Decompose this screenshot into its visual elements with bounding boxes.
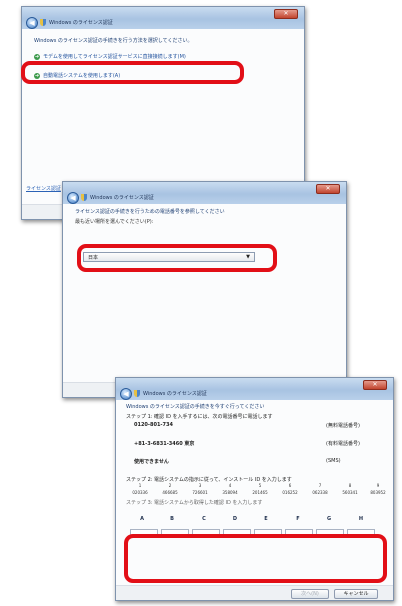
location-label: 最も近い場所を選んでください(P):	[75, 219, 154, 225]
instruction-text: Windows のライセンス認証の手続きを行う方法を選択してください。	[34, 38, 193, 44]
install-id-block: 020336	[132, 490, 148, 495]
id-column-header: E	[264, 516, 268, 522]
windows-shield-icon	[81, 194, 87, 201]
id-column-header: H	[358, 516, 364, 522]
window-title: Windows のライセンス認証	[143, 391, 207, 397]
windows-shield-icon	[134, 390, 140, 397]
highlight-modem-option	[21, 61, 244, 84]
install-id-block: 803952	[370, 490, 386, 495]
window-chrome: ✕ ◀ Windows のライセンス認証	[22, 7, 304, 29]
id-column-header: D	[232, 516, 238, 522]
install-id-block: 466685	[162, 490, 178, 495]
group-number: 7	[318, 483, 322, 488]
group-number: 3	[198, 483, 202, 488]
back-arrow-icon[interactable]: ◀	[120, 388, 132, 400]
cancel-button[interactable]: キャンセル	[334, 589, 378, 599]
group-number: 8	[348, 483, 352, 488]
dialog-content: ライセンス認証の手続きを行うための電話番号を参照してください 最も近い場所を選ん…	[63, 204, 346, 397]
step1-text: ステップ 1: 確認 ID を入手するには、次の電話番号に電話します	[126, 414, 273, 420]
green-arrow-icon: ➜	[34, 53, 40, 60]
id-column-header: C	[202, 516, 206, 522]
phone-note: (SMS)	[326, 458, 341, 464]
help-link[interactable]: ライセンス認証	[26, 185, 61, 192]
phone-note: (有料電話番号)	[326, 441, 360, 447]
install-id-block: 201465	[252, 490, 268, 495]
install-id-block: 062338	[312, 490, 328, 495]
group-number: 6	[288, 483, 292, 488]
step2-text: ステップ 2: 電話システムの指示に従って、インストール ID を入力します	[126, 477, 292, 483]
instruction-text: Windows のライセンス認証の手続きを今すぐ行ってください	[126, 404, 265, 410]
phone-number: 使用できません	[134, 459, 169, 465]
dialog-choose-location: ✕ ◀ Windows のライセンス認証 ライセンス認証の手続きを行うための電話…	[62, 181, 347, 398]
group-number: 5	[258, 483, 262, 488]
install-id-block: 560341	[342, 490, 358, 495]
option-modem[interactable]: ➜ モデムを使用してライセンス認証サービスに直接接続します(M)	[34, 53, 186, 60]
window-chrome: ✕ ◀ Windows のライセンス認証	[63, 182, 346, 204]
group-number: 9	[376, 483, 380, 488]
install-id-block: 358094	[222, 490, 238, 495]
highlight-confirmation-id-fields	[124, 534, 387, 583]
id-column-header: A	[140, 516, 144, 522]
install-id-block: 726601	[192, 490, 208, 495]
window-title: Windows のライセンス認証	[90, 195, 154, 201]
highlight-location-select	[77, 244, 277, 272]
instruction-text: ライセンス認証の手続きを行うための電話番号を参照してください	[75, 209, 225, 215]
id-column-header: F	[296, 516, 300, 522]
next-button[interactable]: 次へ(N)	[291, 589, 329, 599]
step3-text: ステップ 3: 電話システムから取得した確認 ID を入力します	[126, 500, 263, 506]
id-column-header: B	[170, 516, 174, 522]
group-number: 4	[228, 483, 232, 488]
windows-shield-icon	[40, 19, 46, 26]
id-column-header: G	[326, 516, 332, 522]
window-title: Windows のライセンス認証	[49, 20, 113, 26]
back-arrow-icon[interactable]: ◀	[26, 17, 38, 29]
window-chrome: ✕ ◀ Windows のライセンス認証	[116, 378, 393, 400]
install-id-block: 016252	[282, 490, 298, 495]
phone-note: (無料電話番号)	[326, 423, 360, 429]
group-number: 1	[138, 483, 142, 488]
dialog-footer: 次へ(N) キャンセル	[116, 585, 393, 600]
group-number: 2	[168, 483, 172, 488]
back-arrow-icon[interactable]: ◀	[67, 192, 79, 204]
option-modem-label: モデムを使用してライセンス認証サービスに直接接続します(M)	[43, 54, 186, 60]
phone-number: +81-3-6831-3460 東京	[134, 441, 195, 447]
phone-number: 0120-801-734	[134, 422, 173, 428]
